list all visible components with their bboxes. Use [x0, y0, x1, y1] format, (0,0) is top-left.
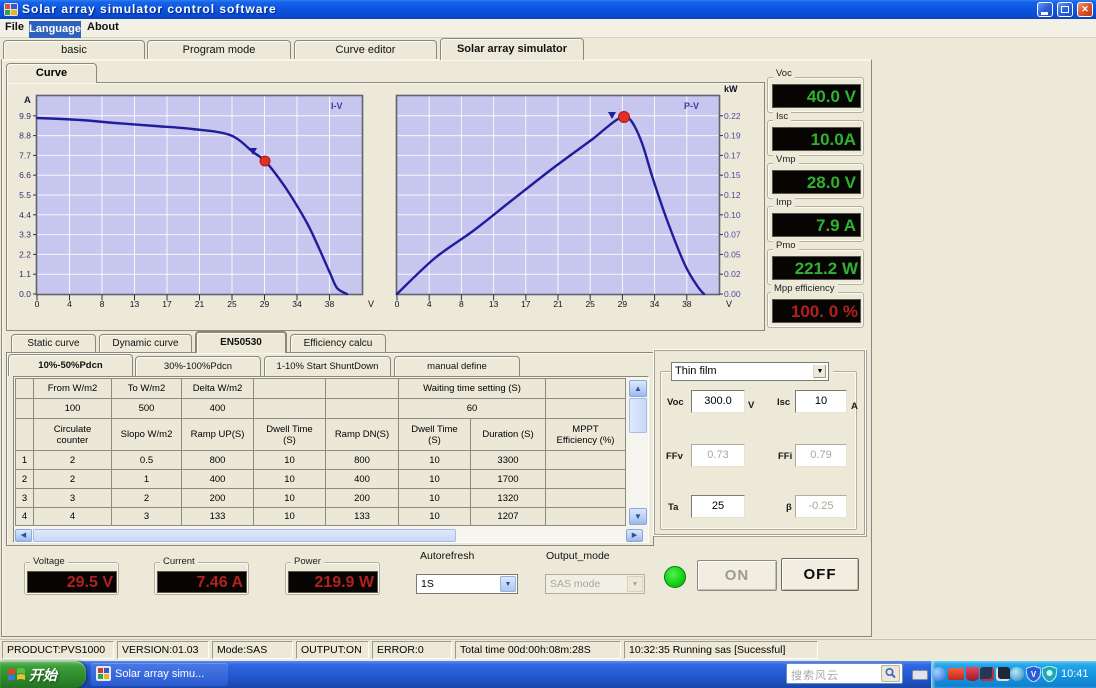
svg-text:4.4: 4.4	[19, 210, 31, 220]
svg-text:V: V	[726, 299, 732, 309]
svg-text:0.00: 0.00	[724, 289, 741, 299]
svg-text:0.07: 0.07	[724, 230, 741, 240]
svg-text:I-V: I-V	[331, 101, 343, 111]
svg-text:0.17: 0.17	[724, 150, 741, 160]
svg-text:3.3: 3.3	[19, 230, 31, 240]
svg-text:0.12: 0.12	[724, 190, 741, 200]
svg-text:V: V	[368, 299, 374, 309]
svg-text:8.8: 8.8	[19, 131, 31, 141]
svg-text:0.02: 0.02	[724, 269, 741, 279]
svg-text:kW: kW	[724, 84, 738, 94]
svg-text:1.1: 1.1	[19, 269, 31, 279]
svg-text:9.9: 9.9	[19, 111, 31, 121]
svg-text:2.2: 2.2	[19, 249, 31, 259]
svg-text:P-V: P-V	[684, 101, 699, 111]
svg-text:0.19: 0.19	[724, 131, 741, 141]
svg-text:0.0: 0.0	[19, 289, 31, 299]
svg-text:A: A	[24, 95, 31, 106]
svg-text:0.15: 0.15	[724, 170, 741, 180]
svg-text:7.7: 7.7	[19, 150, 31, 160]
svg-text:0.10: 0.10	[724, 210, 741, 220]
svg-text:0.05: 0.05	[724, 249, 741, 259]
svg-text:6.6: 6.6	[19, 170, 31, 180]
svg-text:5.5: 5.5	[19, 190, 31, 200]
svg-text:0.22: 0.22	[724, 111, 741, 121]
svg-text:V: V	[1031, 670, 1037, 679]
